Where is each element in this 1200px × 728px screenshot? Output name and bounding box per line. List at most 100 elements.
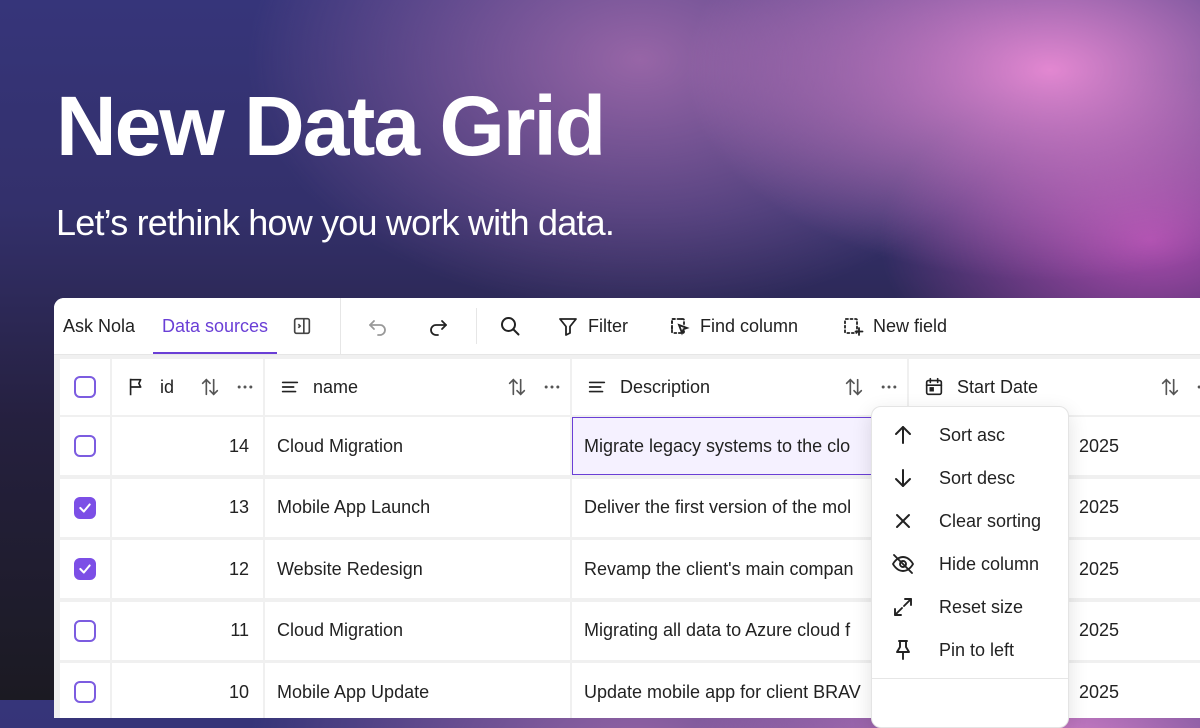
hero-subtitle: Let’s rethink how you work with data. [56,202,615,243]
menu-item-label: Sort desc [939,468,1016,488]
more-options-icon[interactable] [235,377,255,397]
menu-item-sort-desc[interactable]: Sort desc [872,457,1068,500]
search-icon [501,317,520,336]
start-date-value: 2025 [1079,558,1120,579]
id-cell[interactable]: 13 [112,478,263,537]
row-select-cell [60,540,110,598]
column-header-label: name [313,376,359,397]
tab-data-sources[interactable]: Data sources [153,298,278,354]
tab-ask-nola[interactable]: Ask Nola [63,298,135,354]
column-header-label: Description [620,376,711,397]
toolbar-divider [476,308,477,344]
row-checkbox[interactable] [74,619,96,642]
start-date-value: 2025 [1079,681,1120,702]
undo-icon [369,320,386,336]
select-all-cell [60,359,110,415]
check-icon [79,564,91,574]
menu-item-hide-column[interactable]: Hide column [872,543,1068,586]
row-checkbox[interactable] [74,558,96,580]
find-column-icon [671,318,690,336]
name-cell[interactable]: Cloud Migration [265,417,570,475]
menu-item-label: Hide column [939,554,1040,574]
tab-ask-nola-label: Ask Nola [63,315,136,336]
row-checkbox[interactable] [74,496,96,519]
row-select-cell [60,417,110,475]
undo-button[interactable] [366,298,390,354]
calendar-icon [925,377,943,396]
description-cell[interactable]: Update mobile app for client BRAV [572,663,907,718]
menu-item-pin-to-left[interactable]: Pin to left [872,629,1068,672]
column-header-label: Start Date [957,376,1039,397]
column-header-name[interactable]: name [265,359,570,415]
column-tools [199,359,255,415]
check-icon [79,502,91,513]
more-options-icon[interactable] [1195,377,1200,397]
new-field-button[interactable]: New field [841,298,947,354]
menu-item-label: Reset size [939,597,1024,617]
name-cell[interactable]: Website Redesign [265,540,570,598]
sort-icon[interactable] [1159,376,1181,398]
row-checkbox[interactable] [74,435,96,457]
arrow-up-icon [895,426,911,444]
start-date-value: 2025 [1079,620,1120,640]
flag-icon [129,378,142,396]
find-column-button[interactable]: Find column [668,298,798,354]
name-cell[interactable]: Mobile App Update [265,663,570,718]
toolbar: Ask Nola Data sources Filter Find column… [54,298,1200,355]
new-field-label: New field [873,315,948,336]
sidebar-toggle-button[interactable] [291,298,313,354]
more-options-icon[interactable] [879,377,899,397]
filter-button[interactable]: Filter [556,298,628,354]
sort-icon[interactable] [506,376,528,398]
start-date-value: 2025 [1079,435,1120,456]
column-header-id[interactable]: id [112,359,263,415]
new-field-icon [844,318,864,336]
sort-icon[interactable] [199,376,221,398]
redo-button[interactable] [426,298,450,354]
name-cell[interactable]: Cloud Migration [265,601,570,660]
select-all-checkbox[interactable] [74,376,96,398]
column-tools [506,359,562,415]
description-cell[interactable]: Migrating all data to Azure cloud f [572,601,907,660]
column-tools [1159,359,1200,415]
start-date-value: 2025 [1079,497,1120,517]
toolbar-divider [340,298,341,354]
column-header-description[interactable]: Description [572,359,907,415]
menu-item-sort-asc[interactable]: Sort asc [872,414,1068,457]
search-button[interactable] [498,298,522,354]
sidebar-toggle-icon [293,317,311,335]
redo-icon [430,320,447,336]
row-select-cell [60,601,110,660]
id-cell[interactable]: 11 [112,601,263,660]
menu-divider [872,678,1068,679]
id-cell[interactable]: 10 [112,663,263,718]
eye-off-icon [892,554,914,574]
row-select-cell [60,478,110,537]
id-cell[interactable]: 14 [112,417,263,475]
menu-item-reset-size[interactable]: Reset size [872,586,1068,629]
pin-icon [896,640,910,660]
name-cell[interactable]: Mobile App Launch [265,478,570,537]
description-cell[interactable]: Deliver the first version of the mol [572,478,907,537]
id-cell[interactable]: 12 [112,540,263,598]
find-column-label: Find column [700,315,799,336]
column-context-menu: Sort asc Sort desc Clear sorting Hide co… [871,406,1069,728]
description-cell[interactable]: Migrate legacy systems to the clo [572,417,907,475]
hero-title: New Data Grid [56,79,606,173]
text-icon [281,381,299,393]
menu-item-label: Sort asc [939,425,1006,445]
filter-icon [559,318,577,336]
tab-data-sources-label: Data sources [162,315,269,336]
expand-icon [894,598,912,616]
menu-item-clear-sorting[interactable]: Clear sorting [872,500,1068,543]
more-options-icon[interactable] [542,377,562,397]
text-icon [588,381,606,393]
sort-icon[interactable] [843,376,865,398]
row-select-cell [60,663,110,718]
arrow-down-icon [895,469,911,487]
description-cell[interactable]: Revamp the client's main compan [572,540,907,598]
column-header-label: id [160,376,175,397]
menu-item-label: Pin to left [939,640,1015,660]
menu-item-label: Clear sorting [939,511,1042,531]
filter-label: Filter [588,315,628,336]
